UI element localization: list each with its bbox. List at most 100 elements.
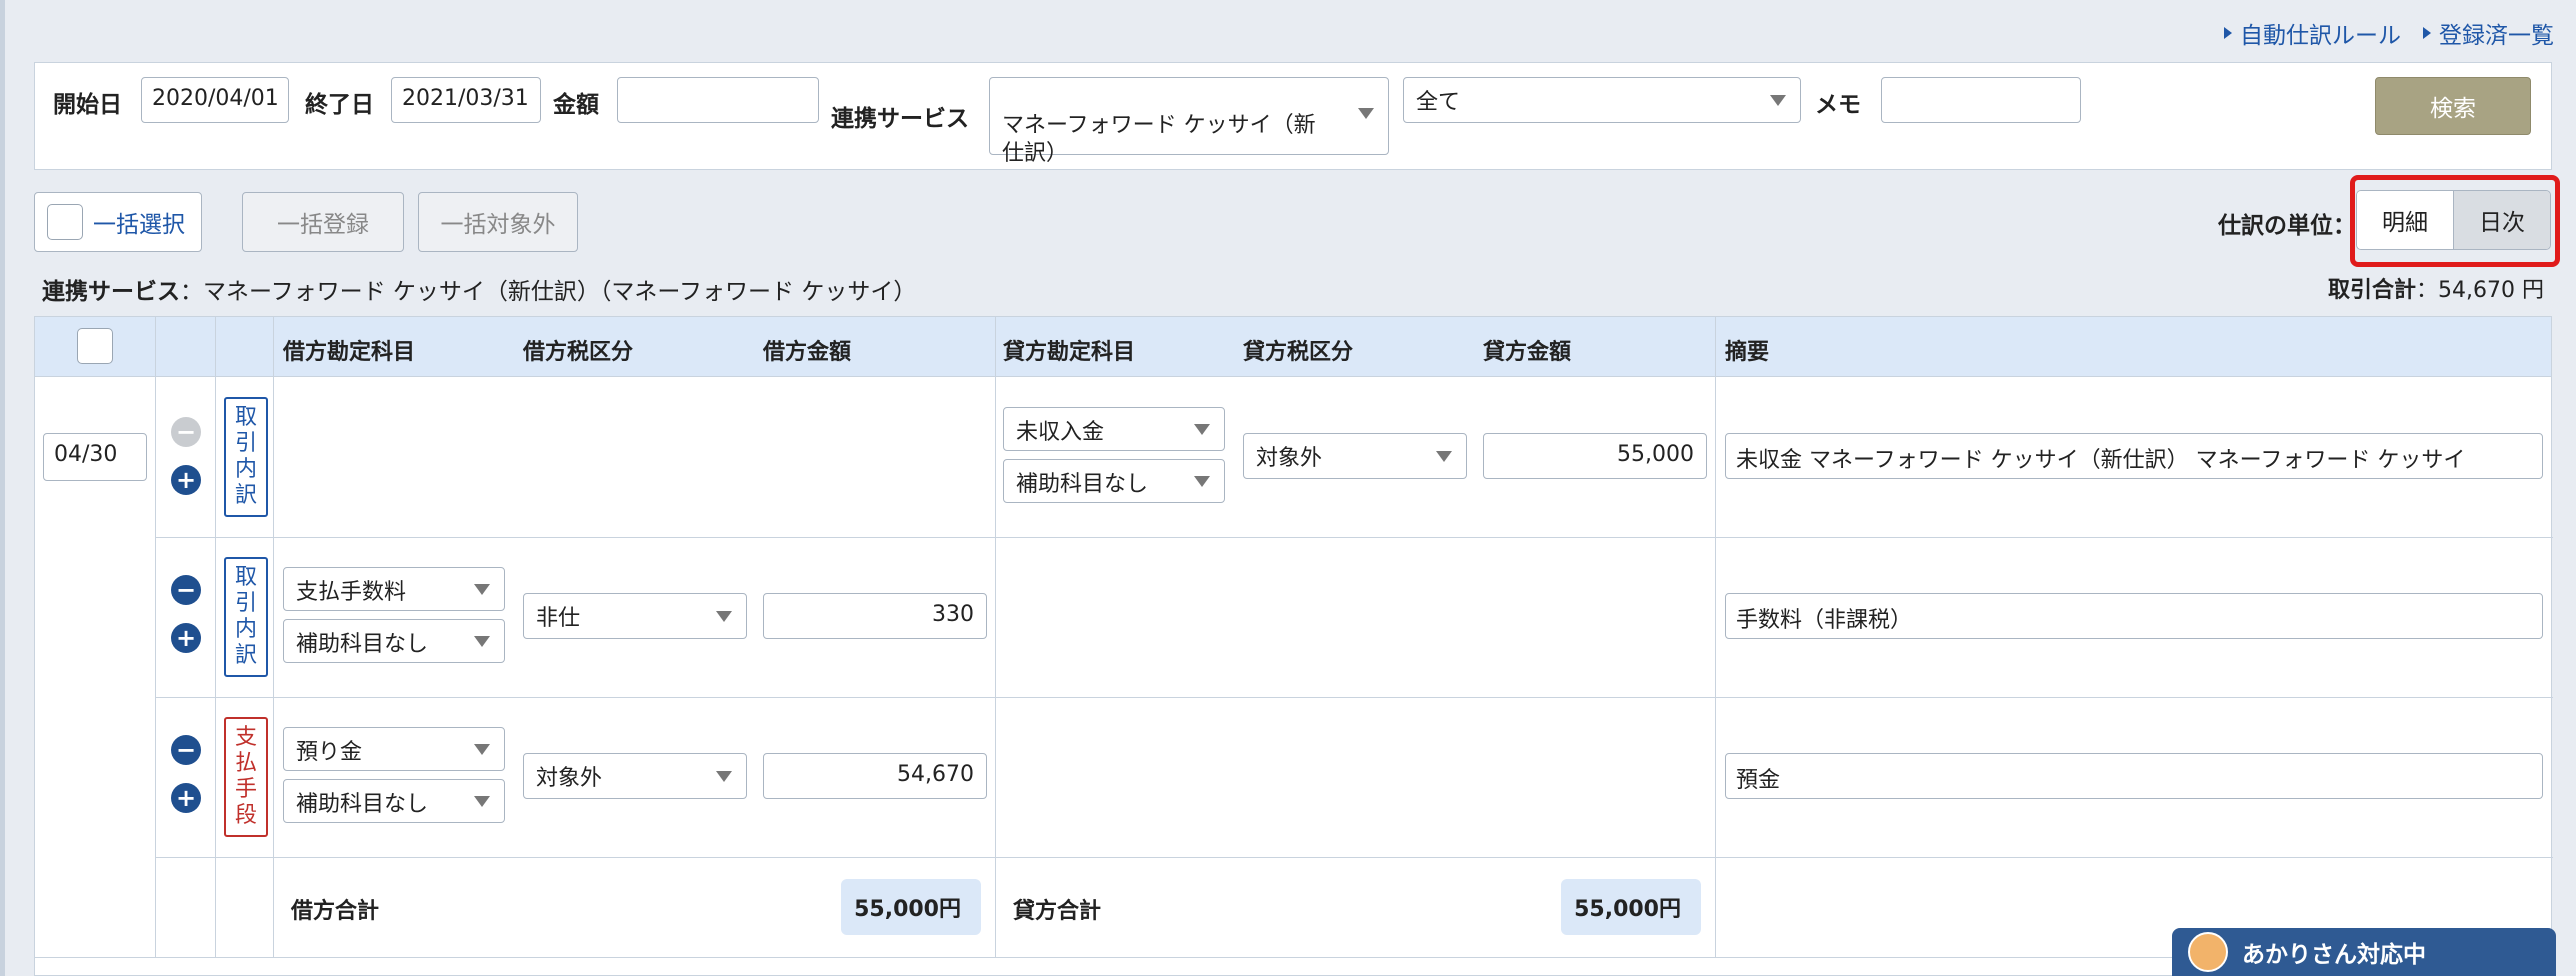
journal-unit-toggle[interactable]: 明細 日次	[2356, 190, 2551, 250]
search-button[interactable]: 検索	[2375, 77, 2531, 135]
chevron-down-icon	[1194, 476, 1210, 487]
registered-list-link[interactable]: 登録済一覧	[2423, 16, 2554, 50]
debit-account-select[interactable]: 支払手数料	[283, 567, 505, 611]
end-date-label: 終了日	[305, 92, 374, 118]
left-edge	[0, 0, 5, 976]
row-divider	[155, 537, 2553, 538]
credit-account-select[interactable]: 未収入金	[1003, 407, 1225, 451]
bulk-register-button[interactable]: 一括登録	[242, 192, 404, 252]
bulk-exclude-button[interactable]: 一括対象外	[418, 192, 578, 252]
chevron-down-icon	[474, 796, 490, 807]
row-divider	[155, 857, 2553, 858]
service-select[interactable]: マネーフォワード ケッサイ（新 仕訳）	[989, 77, 1389, 166]
col-debit-amount: 借方金額	[763, 340, 852, 365]
debit-total-label: 借方合計	[291, 899, 380, 924]
debit-tax-value: 対象外	[536, 766, 603, 791]
amount-label: 金額	[553, 92, 599, 118]
chevron-down-icon	[1770, 95, 1786, 106]
col-debit-account: 借方勘定科目	[283, 340, 416, 365]
table-header: 借方勘定科目 借方税区分 借方金額 貸方勘定科目 貸方税区分 貸方金額 摘要	[35, 317, 2551, 377]
journal-table: 借方勘定科目 借方税区分 借方金額 貸方勘定科目 貸方税区分 貸方金額 摘要 0…	[34, 316, 2553, 976]
plus-icon[interactable]: +	[171, 783, 201, 813]
transaction-total-value: ：54,670 円	[2416, 278, 2544, 303]
journal-unit-label: 仕訳の単位：	[2218, 213, 2356, 239]
select-all-checkbox[interactable]	[47, 204, 83, 240]
divider	[273, 317, 274, 957]
caret-right-icon	[2224, 27, 2232, 39]
minus-icon[interactable]: −	[171, 735, 201, 765]
credit-sub-value: 補助科目なし	[1016, 472, 1149, 497]
credit-tax-select[interactable]: 対象外	[1243, 433, 1467, 479]
row-category: 取引内訳	[224, 397, 268, 517]
chevron-down-icon	[474, 744, 490, 755]
unit-option-daily[interactable]: 日次	[2454, 191, 2550, 249]
top-links: 自動仕訳ルール 登録済一覧	[2224, 16, 2554, 50]
support-chat-widget[interactable]: あかりさん対応中	[2172, 928, 2556, 976]
service-select-value: マネーフォワード ケッサイ（新 仕訳）	[1002, 113, 1316, 166]
chevron-down-icon	[716, 771, 732, 782]
col-memo: 摘要	[1725, 340, 1770, 365]
row-divider	[155, 697, 2553, 698]
col-credit-tax: 貸方税区分	[1243, 340, 1354, 365]
service-summary: 連携サービス：マネーフォワード ケッサイ（新仕訳）（マネーフォワード ケッサイ）	[42, 272, 916, 306]
debit-sub-select[interactable]: 補助科目なし	[283, 619, 505, 663]
debit-sub-value: 補助科目なし	[296, 792, 429, 817]
support-chat-label: あかりさん対応中	[2242, 942, 2426, 968]
debit-total-value: 55,000円	[841, 879, 981, 935]
minus-icon[interactable]: −	[171, 575, 201, 605]
credit-sub-select[interactable]: 補助科目なし	[1003, 459, 1225, 503]
col-debit-tax: 借方税区分	[523, 340, 634, 365]
transaction-total: 取引合計：54,670 円	[2328, 272, 2544, 304]
debit-amount-input[interactable]: 330	[763, 593, 987, 639]
start-date-input[interactable]: 2020/04/01	[141, 77, 289, 123]
chevron-down-icon	[1358, 108, 1374, 119]
col-credit-account: 貸方勘定科目	[1003, 340, 1136, 365]
row-category: 取引内訳	[224, 557, 268, 677]
debit-account-value: 預り金	[296, 740, 363, 765]
memo-input[interactable]: 手数料（非課税）	[1725, 593, 2543, 639]
filter-select[interactable]: 全て	[1403, 77, 1801, 123]
date-input[interactable]: 04/30	[43, 433, 147, 481]
caret-right-icon	[2423, 27, 2431, 39]
chevron-down-icon	[474, 636, 490, 647]
debit-tax-select[interactable]: 対象外	[523, 753, 747, 799]
filter-select-value: 全て	[1416, 90, 1461, 115]
debit-account-value: 支払手数料	[296, 580, 407, 605]
service-summary-label: 連携サービス	[42, 279, 180, 305]
debit-amount-input[interactable]: 54,670	[763, 753, 987, 799]
memo-input[interactable]	[1881, 77, 2081, 123]
amount-input[interactable]	[617, 77, 819, 123]
col-credit-amount: 貸方金額	[1483, 340, 1572, 365]
credit-amount-input[interactable]: 55,000	[1483, 433, 1707, 479]
debit-account-select[interactable]: 預り金	[283, 727, 505, 771]
chevron-down-icon	[474, 584, 490, 595]
chevron-down-icon	[716, 611, 732, 622]
divider	[215, 317, 216, 957]
credit-total-value: 55,000円	[1561, 879, 1701, 935]
unit-option-detail[interactable]: 明細	[2357, 191, 2454, 249]
plus-icon[interactable]: +	[171, 623, 201, 653]
search-panel: 開始日 2020/04/01 終了日 2021/03/31 金額 連携サービス …	[34, 62, 2552, 170]
minus-icon: −	[171, 417, 201, 447]
divider	[1715, 317, 1716, 957]
plus-icon[interactable]: +	[171, 465, 201, 495]
divider	[155, 317, 156, 957]
debit-sub-value: 補助科目なし	[296, 632, 429, 657]
credit-total-label: 貸方合計	[1013, 899, 1102, 924]
memo-input[interactable]: 未収金 マネーフォワード ケッサイ（新仕訳） マネーフォワード ケッサイ	[1725, 433, 2543, 479]
debit-tax-select[interactable]: 非仕	[523, 593, 747, 639]
auto-journal-rule-link[interactable]: 自動仕訳ルール	[2224, 16, 2401, 50]
row-category: 支払手段	[224, 717, 268, 837]
debit-tax-value: 非仕	[536, 606, 581, 631]
divider	[995, 317, 996, 957]
header-checkbox[interactable]	[77, 328, 113, 364]
credit-account-value: 未収入金	[1016, 420, 1105, 445]
transaction-total-label: 取引合計	[2328, 278, 2417, 303]
chevron-down-icon	[1194, 424, 1210, 435]
debit-sub-select[interactable]: 補助科目なし	[283, 779, 505, 823]
memo-input[interactable]: 預金	[1725, 753, 2543, 799]
service-summary-value: ：マネーフォワード ケッサイ（新仕訳）（マネーフォワード ケッサイ）	[180, 279, 917, 305]
select-all-button[interactable]: 一括選択	[34, 192, 202, 252]
end-date-input[interactable]: 2021/03/31	[391, 77, 541, 123]
start-date-label: 開始日	[53, 92, 122, 118]
